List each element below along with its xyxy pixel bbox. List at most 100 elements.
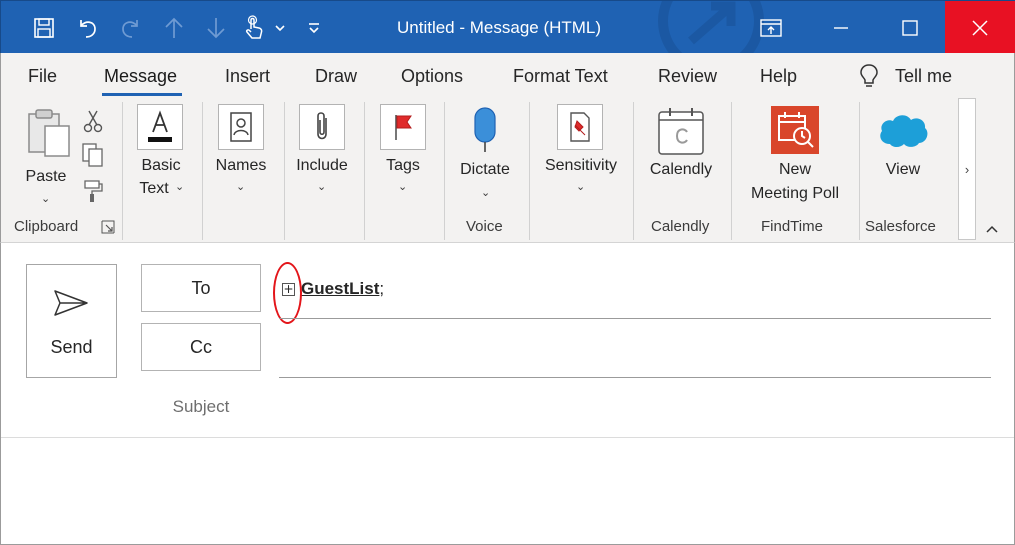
ribbon-scroll-right-icon[interactable]: › xyxy=(958,98,976,240)
basic-text-button[interactable]: Basic Text ⌄ xyxy=(133,104,193,212)
copy-button[interactable] xyxy=(81,142,107,170)
tab-help[interactable]: Help xyxy=(760,66,797,87)
ribbon-display-options-icon[interactable] xyxy=(736,1,806,54)
basic-text-line2: Text xyxy=(139,180,169,197)
dialog-launcher-icon xyxy=(101,220,115,234)
names-label: Names xyxy=(215,157,267,174)
window-title: Untitled - Message (HTML) xyxy=(397,18,602,37)
sensitivity-button[interactable]: Sensitivity ⌄ xyxy=(537,104,625,212)
send-button[interactable]: Send xyxy=(26,264,117,378)
close-icon[interactable] xyxy=(945,1,1015,54)
sensitivity-label: Sensitivity xyxy=(544,157,618,174)
highlight-annotation xyxy=(273,262,302,324)
tab-insert[interactable]: Insert xyxy=(225,66,270,87)
paste-icon xyxy=(28,109,70,157)
group-separator xyxy=(444,102,445,240)
message-body-divider xyxy=(1,437,1014,438)
recipient-chip[interactable]: GuestList xyxy=(301,279,379,299)
lightbulb-icon xyxy=(860,64,878,87)
scissors-icon xyxy=(83,110,103,133)
tab-review[interactable]: Review xyxy=(658,66,717,87)
dropdown-icon[interactable] xyxy=(263,1,297,54)
maximize-icon[interactable] xyxy=(875,1,945,54)
paste-button[interactable]: Paste ⌄ xyxy=(17,106,77,211)
title-bar: Untitled - Message (HTML) xyxy=(0,0,1015,54)
paste-label: Paste xyxy=(25,168,67,185)
new-meeting-poll-button[interactable]: New Meeting Poll xyxy=(739,104,851,212)
compose-area: Send To Cc Subject + GuestList ; xyxy=(0,243,1015,545)
ribbon: Paste ⌄ Clipboard Basic Text ⌄ Names ⌄ I… xyxy=(0,98,1015,243)
group-calendly-label: Calendly xyxy=(651,218,710,235)
tab-message[interactable]: Message xyxy=(104,66,177,87)
group-separator xyxy=(529,102,530,240)
calendly-button[interactable]: Calendly xyxy=(641,104,721,212)
chevron-down-icon: ⌄ xyxy=(481,187,491,199)
chevron-down-icon: ⌄ xyxy=(398,181,408,193)
group-separator xyxy=(859,102,860,240)
dictate-label: Dictate xyxy=(460,161,510,178)
findtime-icon xyxy=(771,106,819,154)
recipient-separator: ; xyxy=(379,279,385,298)
salesforce-view-button[interactable]: View xyxy=(867,104,939,212)
salesforce-cloud-icon xyxy=(880,115,928,147)
chevron-down-icon: ⌄ xyxy=(236,181,246,193)
group-separator xyxy=(122,102,123,240)
flag-icon xyxy=(380,104,426,150)
cc-field-underline[interactable] xyxy=(279,377,991,378)
chevron-down-icon: ⌄ xyxy=(41,193,51,205)
customize-icon[interactable] xyxy=(297,1,331,54)
tell-me-search[interactable]: Tell me xyxy=(859,63,952,89)
chevron-down-icon: ⌄ xyxy=(175,181,185,193)
down-arrow-icon[interactable] xyxy=(197,1,235,54)
address-book-icon xyxy=(218,104,264,150)
copy-icon xyxy=(82,143,103,167)
tags-button[interactable]: Tags ⌄ xyxy=(376,104,432,212)
cut-button[interactable] xyxy=(81,108,107,134)
group-salesforce-label: Salesforce xyxy=(865,218,936,235)
paperclip-icon xyxy=(299,104,345,150)
tab-options[interactable]: Options xyxy=(401,66,463,87)
group-separator xyxy=(633,102,634,240)
group-separator xyxy=(284,102,285,240)
include-button[interactable]: Include ⌄ xyxy=(291,104,353,212)
new-meeting-poll-line1: New xyxy=(778,161,811,178)
cc-button[interactable]: Cc xyxy=(141,323,261,371)
dictate-button[interactable]: Dictate ⌄ xyxy=(453,104,517,212)
new-meeting-poll-line2: Meeting Poll xyxy=(750,185,840,202)
chevron-down-icon: ⌄ xyxy=(576,181,586,193)
up-arrow-icon[interactable] xyxy=(155,1,193,54)
group-separator xyxy=(202,102,203,240)
basic-text-line1: Basic xyxy=(141,157,181,174)
send-icon xyxy=(54,290,88,316)
minimize-icon[interactable] xyxy=(806,1,876,54)
group-clipboard-label: Clipboard xyxy=(14,218,79,235)
tags-label: Tags xyxy=(386,157,420,174)
tab-file[interactable]: File xyxy=(28,66,57,87)
undo-icon[interactable] xyxy=(69,1,107,54)
subject-label: Subject xyxy=(172,397,230,416)
redo-icon[interactable] xyxy=(111,1,149,54)
active-tab-indicator xyxy=(102,93,182,96)
font-color-icon xyxy=(137,104,183,150)
save-icon[interactable] xyxy=(25,1,63,54)
format-painter-icon xyxy=(84,180,103,202)
clipboard-dialog-launcher[interactable] xyxy=(101,220,117,236)
tab-format-text[interactable]: Format Text xyxy=(513,66,608,87)
view-label: View xyxy=(885,161,921,178)
names-button[interactable]: Names ⌄ xyxy=(211,104,271,212)
group-separator xyxy=(364,102,365,240)
group-findtime-label: FindTime xyxy=(761,218,823,235)
include-label: Include xyxy=(296,157,348,174)
format-painter-button[interactable] xyxy=(81,178,107,204)
tab-draw[interactable]: Draw xyxy=(315,66,357,87)
group-separator xyxy=(731,102,732,240)
to-button[interactable]: To xyxy=(141,264,261,312)
menu-tabs: File Message Insert Draw Options Format … xyxy=(0,53,1015,98)
microphone-icon xyxy=(474,107,496,152)
chevron-down-icon: ⌄ xyxy=(317,181,327,193)
collapse-ribbon-icon[interactable] xyxy=(985,222,999,237)
group-voice-label: Voice xyxy=(466,218,503,235)
send-label: Send xyxy=(50,337,93,357)
calendly-button-label: Calendly xyxy=(649,161,713,178)
to-field-underline xyxy=(279,318,991,319)
